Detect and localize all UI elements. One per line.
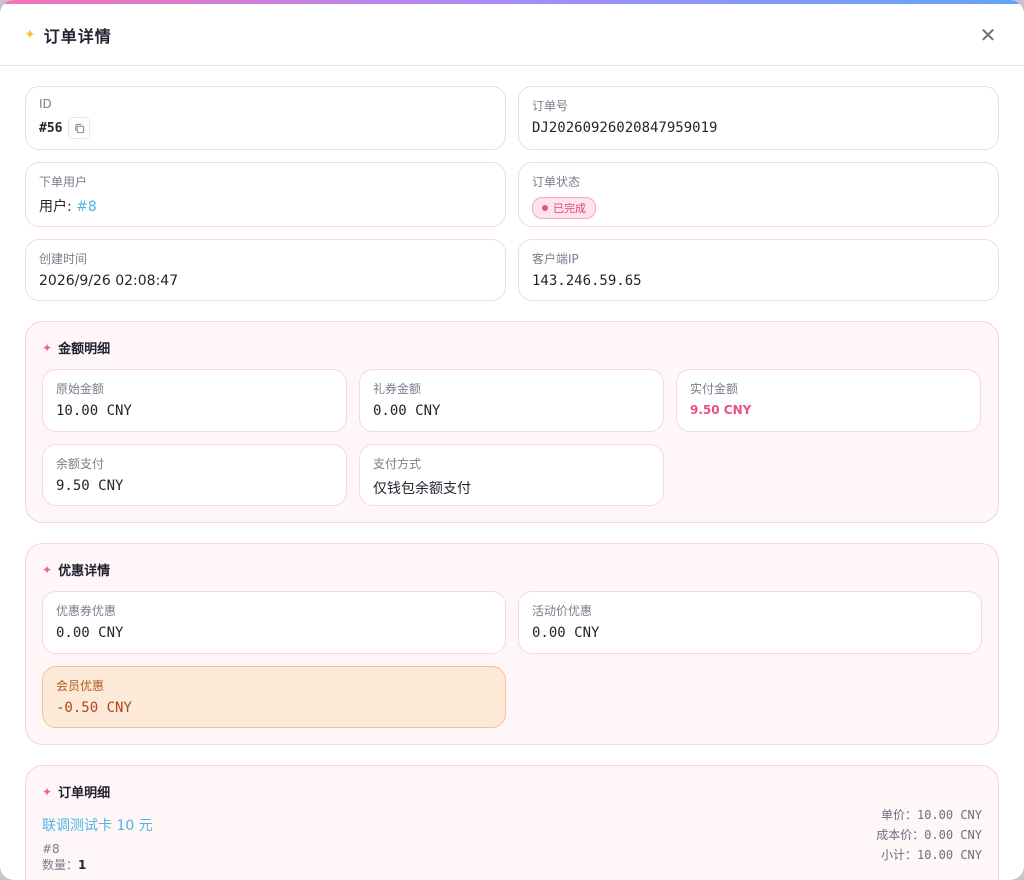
discount-section: ✦ 优惠详情 优惠券优惠 0.00 CNY 活动价优惠 0.00 CNY 会员优… [25, 543, 999, 745]
order-info-grid: ID #56 订单号 DJ20260926020847959019 下单用户 用… [25, 86, 999, 301]
item-qty-value: 1 [78, 858, 87, 872]
sparkle-icon: ✦ [42, 340, 53, 355]
item-subtotal: 小计：10.00 CNY [880, 848, 982, 862]
status-field: 订单状态 已完成 [518, 162, 999, 227]
payment-method-label: 支付方式 [373, 457, 422, 471]
balance-payment-value: 9.50 CNY [56, 478, 124, 494]
status-badge: 已完成 [532, 197, 596, 219]
sparkle-icon: ✦ [42, 562, 53, 577]
paid-amount-field: 实付金额 9.50 CNY [676, 369, 981, 432]
user-label: 下单用户 [39, 175, 88, 189]
gift-amount-value: 0.00 CNY [373, 403, 441, 419]
user-prefix: 用户: [39, 199, 72, 215]
amount-section: ✦ 金额明细 原始金额 10.00 CNY 礼券金额 0.00 CNY 实付金额… [25, 321, 999, 523]
close-icon[interactable]: ✕ [976, 23, 1000, 47]
created-label: 创建时间 [39, 252, 88, 266]
order-items-section-title: 订单明细 [58, 786, 111, 801]
order-no-value: DJ20260926020847959019 [532, 120, 718, 136]
original-amount-field: 原始金额 10.00 CNY [42, 369, 347, 432]
item-qty-label: 数量： [42, 858, 79, 872]
activity-discount-field: 活动价优惠 0.00 CNY [518, 591, 982, 654]
activity-discount-label: 活动价优惠 [532, 604, 593, 618]
modal-title: 订单详情 [43, 26, 112, 46]
member-discount-label: 会员优惠 [56, 679, 105, 693]
ip-field: 客户端IP 143.246.59.65 [518, 239, 999, 301]
discount-grid: 优惠券优惠 0.00 CNY 活动价优惠 0.00 CNY 会员优惠 -0.50… [42, 591, 982, 728]
gift-amount-field: 礼券金额 0.00 CNY [359, 369, 664, 432]
amount-grid: 原始金额 10.00 CNY 礼券金额 0.00 CNY 实付金额 9.50 C… [42, 369, 982, 506]
ip-label: 客户端IP [532, 252, 579, 266]
item-unit-price: 单价：10.00 CNY [880, 808, 982, 822]
item-cost-price: 成本价：0.00 CNY [876, 828, 982, 842]
order-no-label: 订单号 [532, 99, 569, 113]
item-id: #8 [42, 842, 60, 856]
payment-method-field: 支付方式 仅钱包余额支付 [359, 444, 664, 506]
gift-amount-label: 礼券金额 [373, 382, 422, 396]
order-detail-modal: ✦ 订单详情 ✕ ID #56 订单号 DJ202609260208479590… [0, 0, 1024, 880]
user-field: 下单用户 用户: #8 [25, 162, 506, 227]
coupon-discount-label: 优惠券优惠 [56, 604, 117, 618]
original-amount-value: 10.00 CNY [56, 403, 132, 419]
status-dot-icon [542, 205, 548, 211]
balance-payment-field: 余额支付 9.50 CNY [42, 444, 347, 506]
modal-header: ✦ 订单详情 ✕ [0, 4, 1024, 66]
order-items-section: ✦ 订单明细 联调测试卡 10 元 #8 数量：1 单价：10.00 CNY 成… [25, 765, 999, 880]
sparkle-icon: ✦ [24, 26, 36, 43]
order-item-row: 联调测试卡 10 元 #8 数量：1 单价：10.00 CNY 成本价：0.00… [42, 808, 982, 873]
member-discount-field: 会员优惠 -0.50 CNY [42, 666, 506, 728]
coupon-discount-field: 优惠券优惠 0.00 CNY [42, 591, 506, 654]
ip-value: 143.246.59.65 [532, 273, 642, 289]
copy-icon[interactable] [68, 117, 91, 139]
paid-amount-value: 9.50 CNY [690, 403, 752, 417]
id-field: ID #56 [25, 86, 506, 150]
payment-method-value: 仅钱包余额支付 [373, 481, 471, 497]
amount-section-title: 金额明细 [58, 342, 111, 357]
id-label: ID [39, 97, 52, 111]
discount-section-title: 优惠详情 [58, 564, 111, 579]
balance-payment-label: 余额支付 [56, 457, 105, 471]
status-badge-text: 已完成 [553, 202, 586, 215]
created-field: 创建时间 2026/9/26 02:08:47 [25, 239, 506, 301]
id-value: #56 [39, 120, 63, 136]
coupon-discount-value: 0.00 CNY [56, 625, 124, 641]
sparkle-icon: ✦ [42, 784, 53, 799]
created-value: 2026/9/26 02:08:47 [39, 273, 179, 289]
order-no-field: 订单号 DJ20260926020847959019 [518, 86, 999, 150]
activity-discount-value: 0.00 CNY [532, 625, 600, 641]
original-amount-label: 原始金额 [56, 382, 105, 396]
modal-content: ID #56 订单号 DJ20260926020847959019 下单用户 用… [0, 66, 1024, 880]
item-name-link[interactable]: 联调测试卡 10 元 [42, 815, 153, 835]
status-label: 订单状态 [532, 175, 581, 189]
paid-amount-label: 实付金额 [690, 382, 739, 396]
user-link[interactable]: #8 [76, 199, 97, 215]
member-discount-value: -0.50 CNY [56, 700, 132, 716]
